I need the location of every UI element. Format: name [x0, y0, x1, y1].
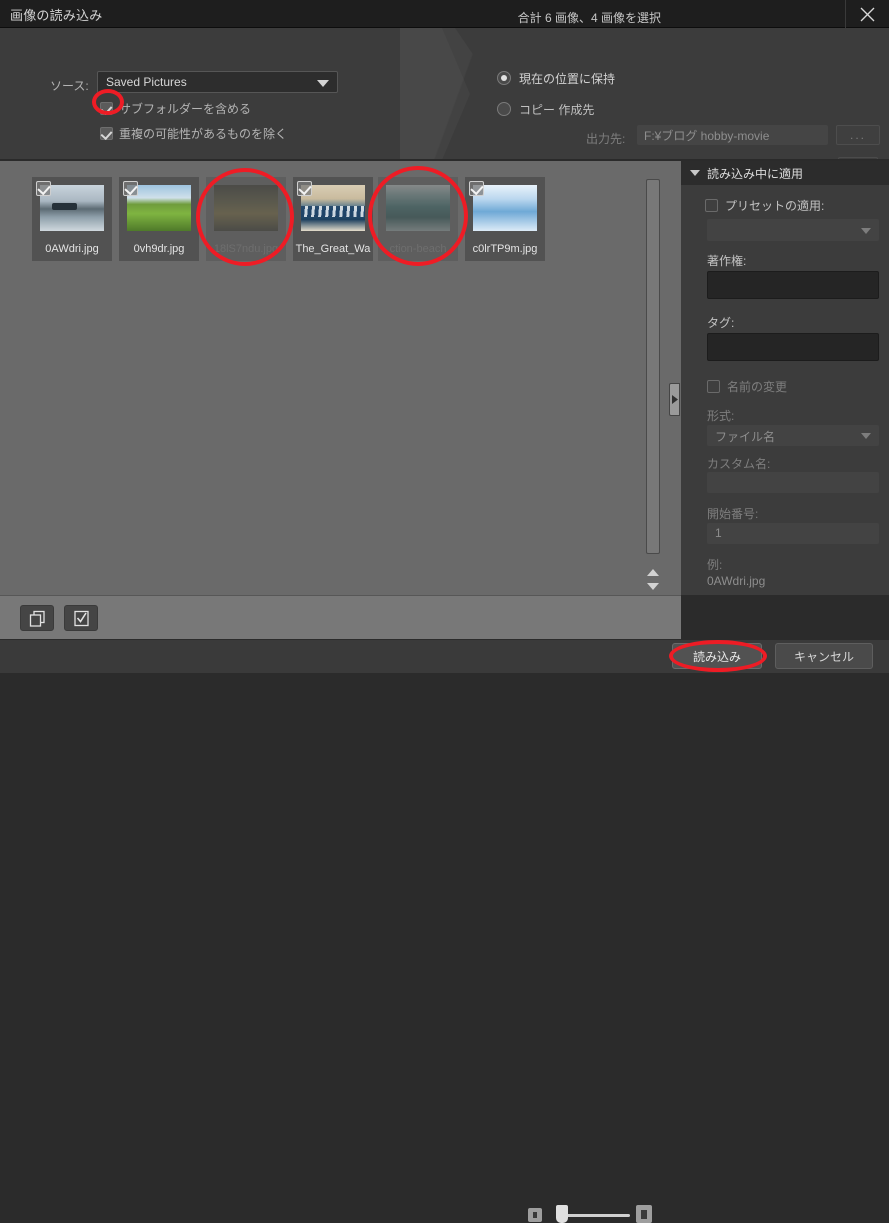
- thumbnail-2[interactable]: 0vh9dr.jpg: [119, 177, 199, 261]
- start-number-value: 1: [715, 526, 722, 540]
- apply-during-import-title: 読み込み中に適用: [707, 166, 804, 181]
- custom-name-label: カスタム名:: [707, 457, 771, 471]
- browse-button[interactable]: ...: [836, 125, 880, 145]
- grid-scrollbar-thumb[interactable]: [647, 180, 659, 553]
- calendar-button[interactable]: [838, 157, 878, 159]
- preset-select[interactable]: [707, 219, 879, 241]
- thumbnail-4[interactable]: The_Great_Wa: [293, 177, 373, 261]
- chevron-down-icon: [317, 80, 329, 87]
- thumbnail-4-filename: The_Great_Wa: [295, 243, 371, 255]
- close-icon: [860, 7, 875, 21]
- include-subfolders-row[interactable]: サブフォルダーを含める: [100, 100, 251, 116]
- source-select[interactable]: Saved Pictures: [97, 71, 338, 93]
- thumbnail-size-slider-knob[interactable]: [556, 1205, 568, 1223]
- thumbnail-4-checkbox[interactable]: [297, 181, 312, 196]
- thumbnail-2-filename: 0vh9dr.jpg: [133, 243, 185, 255]
- format-label: 形式:: [707, 409, 735, 423]
- include-subfolders-label: サブフォルダーを含める: [119, 101, 252, 116]
- tag-label: タグ:: [707, 316, 735, 330]
- thumbnail-3[interactable]: 18lS7ndu.jpg: [206, 177, 286, 261]
- organize-select[interactable]: 取り込み日: [637, 159, 828, 160]
- example-value: 0AWdri.jpg: [707, 574, 766, 588]
- source-select-value: Saved Pictures: [106, 75, 187, 89]
- chevron-right-icon: [671, 395, 678, 404]
- custom-name-input[interactable]: [707, 472, 879, 493]
- copy-view-button[interactable]: [20, 605, 54, 631]
- small-thumbnail-icon: [533, 1212, 537, 1218]
- thumbnail-size-slider-track[interactable]: [560, 1214, 630, 1217]
- rename-checkbox[interactable]: [707, 380, 720, 393]
- thumbnail-grid[interactable]: 0AWdri.jpg 0vh9dr.jpg 18lS7ndu.jpg The_G…: [0, 161, 640, 595]
- check-view-button[interactable]: [64, 605, 98, 631]
- title-bar: 画像の読み込み: [0, 0, 889, 28]
- cancel-button[interactable]: キャンセル: [775, 643, 873, 669]
- output-path-field[interactable]: F:¥ブログ hobby-movie: [637, 125, 828, 145]
- keep-in-place-row[interactable]: 現在の位置に保持: [497, 70, 615, 86]
- output-path-value: F:¥ブログ hobby-movie: [644, 129, 770, 143]
- import-options-panel: ソース: Saved Pictures サブフォルダーを含める 重複の可能性があ…: [0, 28, 889, 160]
- rename-row[interactable]: 名前の変更: [707, 378, 787, 395]
- thumbnail-5[interactable]: ction-beach: [378, 177, 458, 261]
- exclude-duplicates-label: 重複の可能性があるものを除く: [119, 126, 288, 141]
- rename-label: 名前の変更: [727, 380, 788, 394]
- tag-input[interactable]: [707, 333, 879, 361]
- thumbnail-1[interactable]: 0AWdri.jpg: [32, 177, 112, 261]
- thumbnail-3-image: [214, 185, 278, 231]
- keep-in-place-radio[interactable]: [497, 71, 511, 85]
- checked-page-icon: [73, 610, 89, 626]
- chevron-down-icon: [861, 228, 871, 234]
- apply-during-import-header[interactable]: 読み込み中に適用: [681, 161, 889, 185]
- window-title: 画像の読み込み: [10, 8, 103, 23]
- grid-toolbar: [0, 595, 681, 1223]
- apply-preset-label: プリセットの適用:: [725, 199, 825, 213]
- keep-in-place-label: 現在の位置に保持: [519, 71, 616, 86]
- thumbnail-6-checkbox[interactable]: [469, 181, 484, 196]
- thumbnail-6-filename: c0lrTP9m.jpg: [472, 243, 538, 255]
- scroll-down-icon[interactable]: [647, 583, 659, 590]
- thumbnail-6[interactable]: c0lrTP9m.jpg: [465, 177, 545, 261]
- thumbnail-1-checkbox[interactable]: [36, 181, 51, 196]
- chevron-down-icon: [861, 433, 871, 439]
- format-select[interactable]: ファイル名: [707, 425, 879, 446]
- scroll-up-icon[interactable]: [647, 569, 659, 576]
- panel-collapse-handle[interactable]: [669, 383, 680, 416]
- small-thumbnail-button[interactable]: [528, 1208, 542, 1222]
- grid-scrollbar[interactable]: [646, 179, 660, 554]
- large-thumbnail-icon: [641, 1209, 647, 1219]
- exclude-duplicates-checkbox[interactable]: [100, 126, 113, 140]
- copyright-input[interactable]: [707, 271, 879, 299]
- format-select-value: ファイル名: [715, 430, 776, 444]
- stacked-pages-icon: [29, 610, 45, 627]
- copy-to-row[interactable]: コピー 作成先: [497, 101, 594, 117]
- copy-to-label: コピー 作成先: [519, 102, 595, 117]
- thumbnail-3-filename: 18lS7ndu.jpg: [213, 243, 279, 255]
- copy-to-radio[interactable]: [497, 102, 511, 116]
- triangle-down-icon: [690, 170, 700, 176]
- apply-preset-row[interactable]: プリセットの適用:: [705, 197, 824, 214]
- thumbnail-5-image: [386, 185, 450, 231]
- close-button[interactable]: [845, 0, 889, 28]
- apply-during-import-panel: 読み込み中に適用 プリセットの適用: 著作権: タグ: 名前の変更 形式: ファ…: [681, 161, 889, 595]
- large-thumbnail-button[interactable]: [636, 1205, 652, 1223]
- copyright-label: 著作権:: [707, 254, 747, 268]
- start-number-input[interactable]: 1: [707, 523, 879, 544]
- apply-preset-checkbox[interactable]: [705, 199, 718, 212]
- source-label: ソース:: [50, 79, 89, 93]
- thumbnail-1-filename: 0AWdri.jpg: [45, 243, 99, 255]
- exclude-duplicates-row[interactable]: 重複の可能性があるものを除く: [100, 125, 287, 141]
- selection-status: 合計 6 画像、4 画像を選択: [517, 11, 661, 25]
- thumbnail-5-filename: ction-beach: [389, 243, 447, 255]
- include-subfolders-checkbox[interactable]: [100, 101, 113, 115]
- start-number-label: 開始番号:: [707, 507, 759, 521]
- import-button[interactable]: 読み込み: [672, 643, 762, 669]
- thumbnail-2-checkbox[interactable]: [123, 181, 138, 196]
- output-label: 出力先:: [586, 132, 626, 146]
- example-label: 例:: [707, 558, 723, 572]
